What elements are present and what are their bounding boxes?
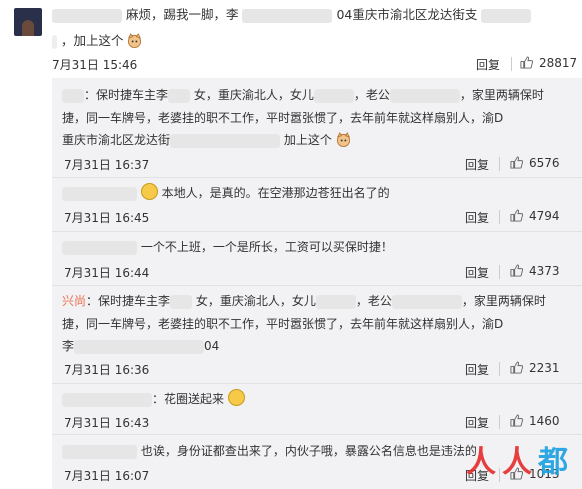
cat-emoji-icon [336,132,351,147]
list-item: 本地人，是真的。在空港那边苍狂出名了的 7月31日 16:45 回复 4794 [52,178,582,232]
comment-text-line2: ，加上这个 [52,32,142,50]
like-button[interactable]: 4794 [510,209,560,223]
svg-text:人: 人 [466,445,496,480]
reply-time: 7月31日 16:37 [64,158,150,172]
main-comment: 麻烦，踢我一脚，李 04重庆市渝北区龙达街支 ，加上这个 7月31日 15:46… [0,0,582,85]
reply-time: 7月31日 16:45 [64,211,150,225]
reply-time: 7月31日 16:43 [64,416,150,430]
like-count: 4794 [529,209,560,223]
like-button[interactable]: 4373 [510,264,560,278]
reply-button[interactable]: 回复 [465,414,489,431]
redacted-text [481,8,532,23]
like-count: 4373 [529,264,560,278]
like-count: 2231 [529,361,560,375]
comment-time: 7月31日 15:46 [52,58,138,72]
avatar[interactable] [14,8,42,36]
like-button[interactable]: 1460 [510,414,560,428]
reply-button[interactable]: 回复 [465,156,489,173]
reply-time: 7月31日 16:36 [64,363,150,377]
thumbs-up-icon [510,209,524,222]
like-button[interactable]: 6576 [510,156,560,170]
redacted-text [242,8,333,23]
smile-emoji-icon [140,183,158,200]
list-item: ：保时捷车主李 女，重庆渝北人，女儿 ，老公 ，家里两辆保时 捷，同一车牌号，老婆挂… [52,78,582,178]
like-button[interactable]: 28817 [520,56,577,70]
like-count: 28817 [539,56,578,70]
list-item: ：花圈送起来 7月31日 16:43 回复 1460 [52,384,582,435]
cat-emoji-icon [127,33,142,48]
reply-button[interactable]: 回复 [465,209,489,226]
username-link[interactable]: 兴尚 [62,294,86,308]
reply-time: 7月31日 16:44 [64,266,150,280]
thumbs-up-icon [510,156,524,169]
grin-emoji-icon [227,389,245,406]
reply-button[interactable]: 回复 [465,361,489,378]
redacted-username [52,8,122,23]
like-button[interactable]: 2231 [510,361,560,375]
reply-list: ：保时捷车主李 女，重庆渝北人，女儿 ，老公 ，家里两辆保时 捷，同一车牌号，老婆挂… [52,78,582,489]
watermark-logo: 人 人 都 [466,440,576,487]
like-count: 6576 [529,156,560,170]
reply-button[interactable]: 回复 [476,56,500,73]
like-count: 1460 [529,414,560,428]
thumbs-up-icon [520,56,534,69]
svg-text:都: 都 [537,445,568,480]
list-item: 一个不上班，一个是所长，工资可以买保时捷！ 7月31日 16:44 回复 437… [52,232,582,286]
thumbs-up-icon [510,361,524,374]
list-item: 兴尚：保时捷车主李 女，重庆渝北人，女儿 ，老公 ，家里两辆保时 捷，同一车牌号，老… [52,286,582,384]
thumbs-up-icon [510,264,524,277]
comment-text: 麻烦，踢我一脚，李 04重庆市渝北区龙达街支 [52,6,532,24]
thumbs-up-icon [510,414,524,427]
reply-time: 7月31日 16:07 [64,469,150,483]
svg-text:人: 人 [502,445,532,480]
reply-button[interactable]: 回复 [465,264,489,281]
